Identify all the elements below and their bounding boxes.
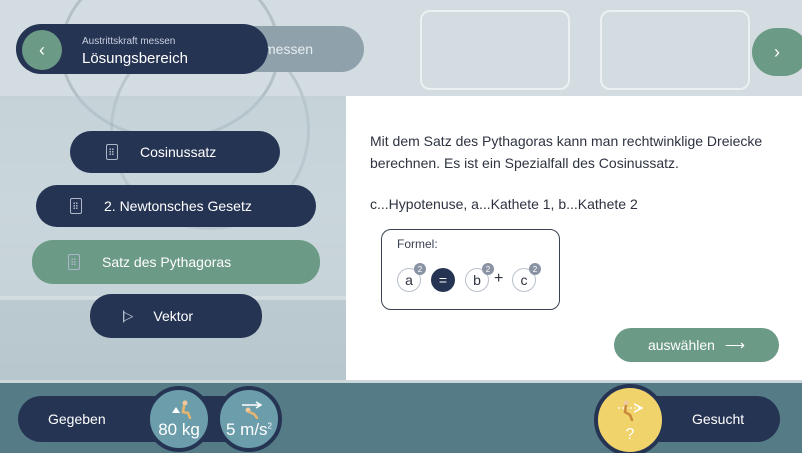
sought-label: Gesucht [692,411,745,427]
chevron-right-icon: › [774,41,780,62]
select-button[interactable]: auswählen ⟶ [614,328,779,362]
menu-item-label: Cosinussatz [140,144,217,160]
calculator-icon [106,144,118,160]
person-acceleration-icon [242,401,263,419]
menu-item-label: 2. Newtonsches Gesetz [104,198,252,214]
back-button[interactable]: ‹ [22,30,62,70]
person-force-icon [618,400,644,422]
person-weight-icon [172,400,192,419]
description-text: Mit dem Satz des Pythagoras kann man rec… [370,133,763,171]
variable-c: c [520,272,528,288]
calculator-icon [68,254,80,270]
given-label: Gegeben [48,411,106,427]
variable-a: a [405,272,413,288]
next-button[interactable]: › [752,28,802,76]
plus-operator: + [494,270,504,287]
menu-item-label: Satz des Pythagoras [102,254,232,270]
variable-b: b [473,272,481,288]
menu-item-pythagoras[interactable]: Satz des Pythagoras [32,240,320,284]
equals-operator: = [431,268,455,292]
given-value-label: 5 m/s [225,420,268,439]
menu-item-newton[interactable]: 2. Newtonsches Gesetz [36,185,316,227]
menu-item-label: Vektor [153,308,194,324]
unit-exponent: 2 [267,421,272,431]
vector-icon: |▷ [122,308,133,323]
chevron-left-icon: ‹ [39,39,45,60]
page-subtitle: Austrittskraft messen [82,36,176,47]
exponent-badge: 2 [482,263,494,275]
sought-value-circle[interactable]: ? [594,384,666,453]
exponent-badge: 2 [414,263,426,275]
formula-label: Formel: [397,237,438,251]
background-tab-label: messen [264,41,314,57]
given-value-mass[interactable]: 80 kg [146,386,212,452]
arrow-right-icon: ⟶ [724,336,745,353]
page-title: Lösungsbereich [82,50,188,67]
exponent-badge: 2 [529,263,541,275]
select-button-label: auswählen [647,337,715,353]
given-value-label: 80 kg [158,420,200,439]
calculator-icon [70,198,82,214]
sought-symbol: ? [625,426,635,443]
menu-item-vektor[interactable]: |▷ Vektor [90,294,262,338]
variable-legend: c...Hypotenuse, a...Kathete 1, b...Kathe… [370,196,638,212]
menu-item-cosinussatz[interactable]: Cosinussatz [70,131,280,173]
given-value-acceleration[interactable]: 5 m/s2 [216,386,282,452]
